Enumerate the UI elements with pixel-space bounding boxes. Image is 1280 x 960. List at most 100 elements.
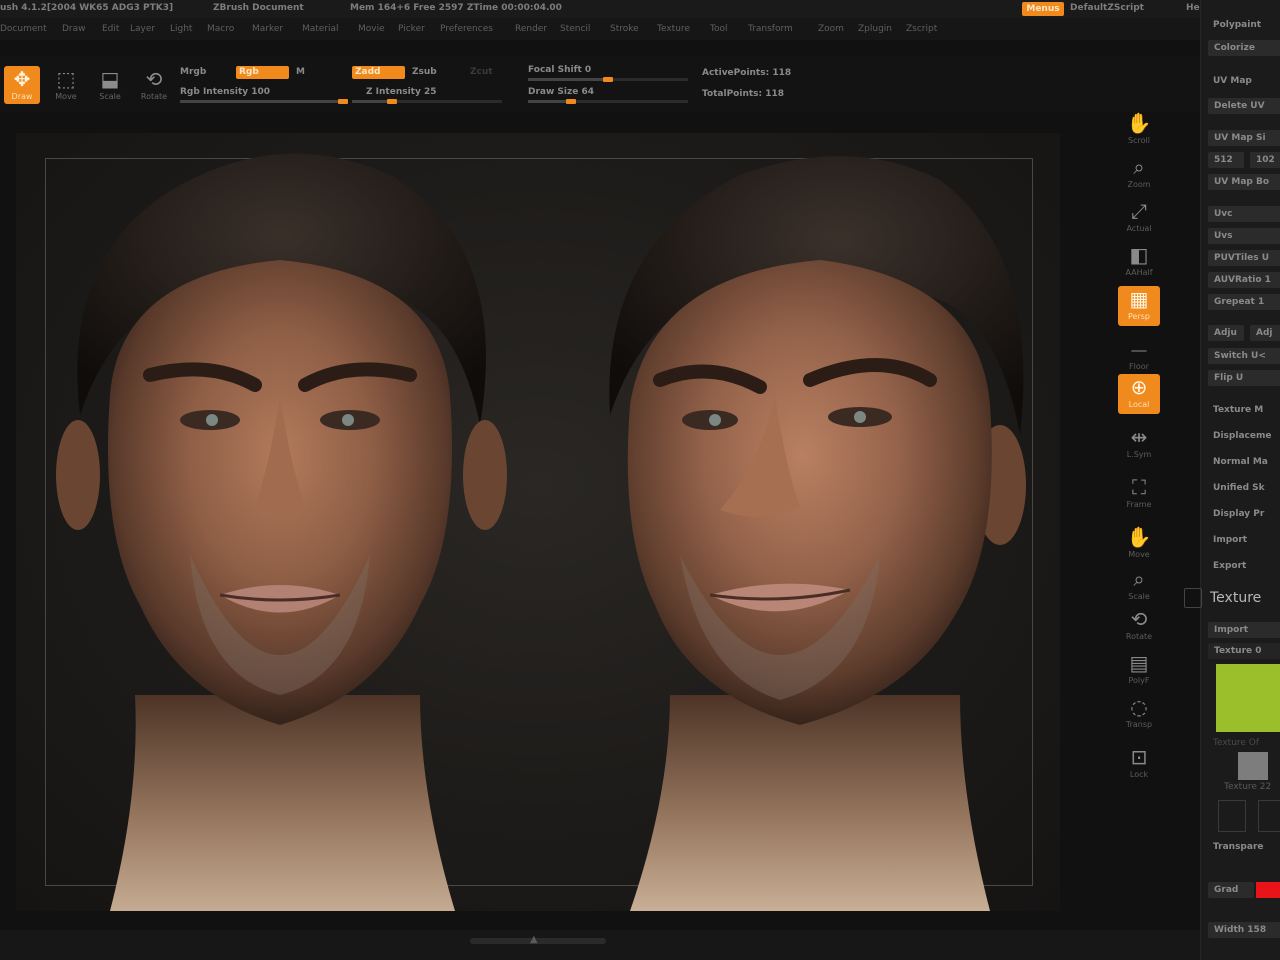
- tool-draw-button[interactable]: ✥ Draw: [4, 66, 40, 104]
- shelf-move-button[interactable]: ✋ Move: [1118, 524, 1160, 564]
- zadd-button[interactable]: Zadd: [352, 66, 405, 79]
- shelf-scale-button[interactable]: ⌕ Scale: [1118, 566, 1160, 606]
- uv-size-512-button[interactable]: 512: [1208, 152, 1244, 168]
- texture-palette-toggle-icon[interactable]: [1184, 588, 1202, 608]
- displacement-label[interactable]: Displaceme: [1213, 431, 1271, 441]
- menu-item-document[interactable]: Document: [0, 18, 47, 40]
- menus-button[interactable]: Menus: [1022, 2, 1064, 16]
- texture-slider[interactable]: Texture 0: [1208, 643, 1280, 659]
- draw-size-slider[interactable]: [528, 99, 688, 104]
- rgb-intensity-slider[interactable]: [180, 99, 348, 104]
- display-properties-label[interactable]: Display Pr: [1213, 509, 1264, 519]
- zsub-button[interactable]: Zsub: [412, 67, 437, 77]
- sculpt-head-three-quarter[interactable]: [560, 135, 1050, 911]
- puvtiles-button[interactable]: PUVTiles U: [1208, 250, 1280, 266]
- switch-uv-button[interactable]: Switch U<: [1208, 348, 1280, 364]
- shelf-button-label: Scroll: [1128, 136, 1150, 145]
- shelf-actual-button[interactable]: ⤢ Actual: [1118, 198, 1160, 238]
- draw-icon: ✥: [13, 67, 31, 91]
- menu-item-zscript[interactable]: Zscript: [906, 18, 937, 40]
- rgb-button[interactable]: Rgb: [236, 66, 289, 79]
- menu-item-layer[interactable]: Layer: [130, 18, 155, 40]
- colorize-button[interactable]: Colorize: [1208, 40, 1280, 56]
- flip-h-icon[interactable]: [1218, 800, 1246, 832]
- menu-item-marker[interactable]: Marker: [252, 18, 283, 40]
- uv-size-1024-button[interactable]: 102: [1250, 152, 1280, 168]
- shelf-floor-button[interactable]: ⏤ Floor: [1118, 336, 1160, 376]
- unified-skin-label[interactable]: Unified Sk: [1213, 483, 1265, 493]
- shelf-polyf-button[interactable]: ▤ PolyF: [1118, 650, 1160, 690]
- shelf-zoom-button[interactable]: ⌕ Zoom: [1118, 154, 1160, 194]
- adjust2-button[interactable]: Adj: [1250, 325, 1280, 341]
- mrgb-button[interactable]: Mrgb: [180, 67, 206, 77]
- shelf-button-label: Actual: [1126, 224, 1152, 233]
- shelf-local-button[interactable]: ⊕ Local: [1118, 374, 1160, 414]
- menu-item-stroke[interactable]: Stroke: [610, 18, 639, 40]
- m-button[interactable]: M: [296, 67, 305, 77]
- uvc-button[interactable]: Uvc: [1208, 206, 1280, 222]
- z-intensity-knob[interactable]: [387, 99, 397, 104]
- transparent-label[interactable]: Transpare: [1213, 842, 1263, 852]
- rgb-intensity-knob[interactable]: [338, 99, 348, 104]
- export-label[interactable]: Export: [1213, 561, 1246, 571]
- uv-map-size-slider[interactable]: UV Map Si: [1208, 130, 1280, 146]
- default-zscript-button[interactable]: DefaultZScript: [1070, 0, 1144, 16]
- menu-item-stencil[interactable]: Stencil: [560, 18, 590, 40]
- menu-item-light[interactable]: Light: [170, 18, 192, 40]
- uv-map-label: UV Map: [1213, 76, 1252, 86]
- focal-shift-slider[interactable]: [528, 77, 688, 82]
- menu-item-material[interactable]: Material: [302, 18, 339, 40]
- menu-item-edit[interactable]: Edit: [102, 18, 119, 40]
- flip-u-button[interactable]: Flip U: [1208, 370, 1280, 386]
- texture-thumbnail[interactable]: [1238, 752, 1268, 780]
- menu-item-transform[interactable]: Transform: [748, 18, 793, 40]
- shelf-persp-button[interactable]: ▦ Persp: [1118, 286, 1160, 326]
- texture-map-label[interactable]: Texture M: [1213, 405, 1263, 415]
- menu-item-draw[interactable]: Draw: [62, 18, 86, 40]
- menu-item-render[interactable]: Render: [515, 18, 547, 40]
- tool-move-button[interactable]: ⬚ Move: [48, 66, 84, 104]
- chevron-up-icon[interactable]: ▲: [530, 934, 538, 945]
- grepeat-slider[interactable]: Grepeat 1: [1208, 294, 1280, 310]
- bottom-scroll-handle[interactable]: [470, 938, 606, 944]
- red-color-swatch[interactable]: [1256, 882, 1280, 898]
- auvratio-slider[interactable]: AUVRatio 1: [1208, 272, 1280, 288]
- menu-item-texture[interactable]: Texture: [657, 18, 690, 40]
- grad-button[interactable]: Grad: [1208, 882, 1254, 898]
- shelf-transp-button[interactable]: ◌ Transp: [1118, 694, 1160, 734]
- shelf-button-label: AAHalf: [1125, 268, 1153, 277]
- texture-import-button[interactable]: Import: [1208, 622, 1280, 638]
- active-points: ActivePoints: 118: [702, 68, 792, 78]
- menu-item-macro[interactable]: Macro: [207, 18, 234, 40]
- zcut-button[interactable]: Zcut: [470, 67, 493, 77]
- tool-scale-button[interactable]: ⬓ Scale: [92, 66, 128, 104]
- menu-item-tool[interactable]: Tool: [710, 18, 727, 40]
- shelf-button-label: Scale: [1128, 592, 1150, 601]
- import-label[interactable]: Import: [1213, 535, 1247, 545]
- flip-v-icon[interactable]: [1258, 800, 1280, 832]
- menu-item-movie[interactable]: Movie: [358, 18, 385, 40]
- sculpt-head-front[interactable]: [40, 135, 520, 911]
- shelf-lock-button[interactable]: ⊡ Lock: [1118, 744, 1160, 784]
- z-intensity-slider[interactable]: [352, 99, 502, 104]
- uvs-button[interactable]: Uvs: [1208, 228, 1280, 244]
- shelf-lsym-button[interactable]: ⇹ L.Sym: [1118, 424, 1160, 464]
- uv-map-border-slider[interactable]: UV Map Bo: [1208, 174, 1280, 190]
- menu-item-picker[interactable]: Picker: [398, 18, 425, 40]
- menu-item-zoom[interactable]: Zoom: [818, 18, 844, 40]
- tool-rotate-button[interactable]: ⟲ Rotate: [136, 66, 172, 104]
- texture-swatch[interactable]: [1216, 664, 1280, 732]
- shelf-frame-button[interactable]: ⛶ Frame: [1118, 474, 1160, 514]
- shelf-scroll-button[interactable]: ✋ Scroll: [1118, 110, 1160, 150]
- texture-palette-header[interactable]: Texture: [1210, 590, 1261, 606]
- menu-item-zplugin[interactable]: Zplugin: [858, 18, 892, 40]
- draw-size-knob[interactable]: [565, 99, 576, 104]
- shelf-aahalf-button[interactable]: ◧ AAHalf: [1118, 242, 1160, 282]
- delete-uv-button[interactable]: Delete UV: [1208, 98, 1280, 114]
- adjust-button[interactable]: Adju: [1208, 325, 1244, 341]
- menu-item-preferences[interactable]: Preferences: [440, 18, 493, 40]
- focal-shift-knob[interactable]: [603, 77, 613, 82]
- shelf-rotate-button[interactable]: ⟲ Rotate: [1118, 606, 1160, 646]
- normal-map-label[interactable]: Normal Ma: [1213, 457, 1268, 467]
- width-slider[interactable]: Width 158: [1208, 922, 1280, 938]
